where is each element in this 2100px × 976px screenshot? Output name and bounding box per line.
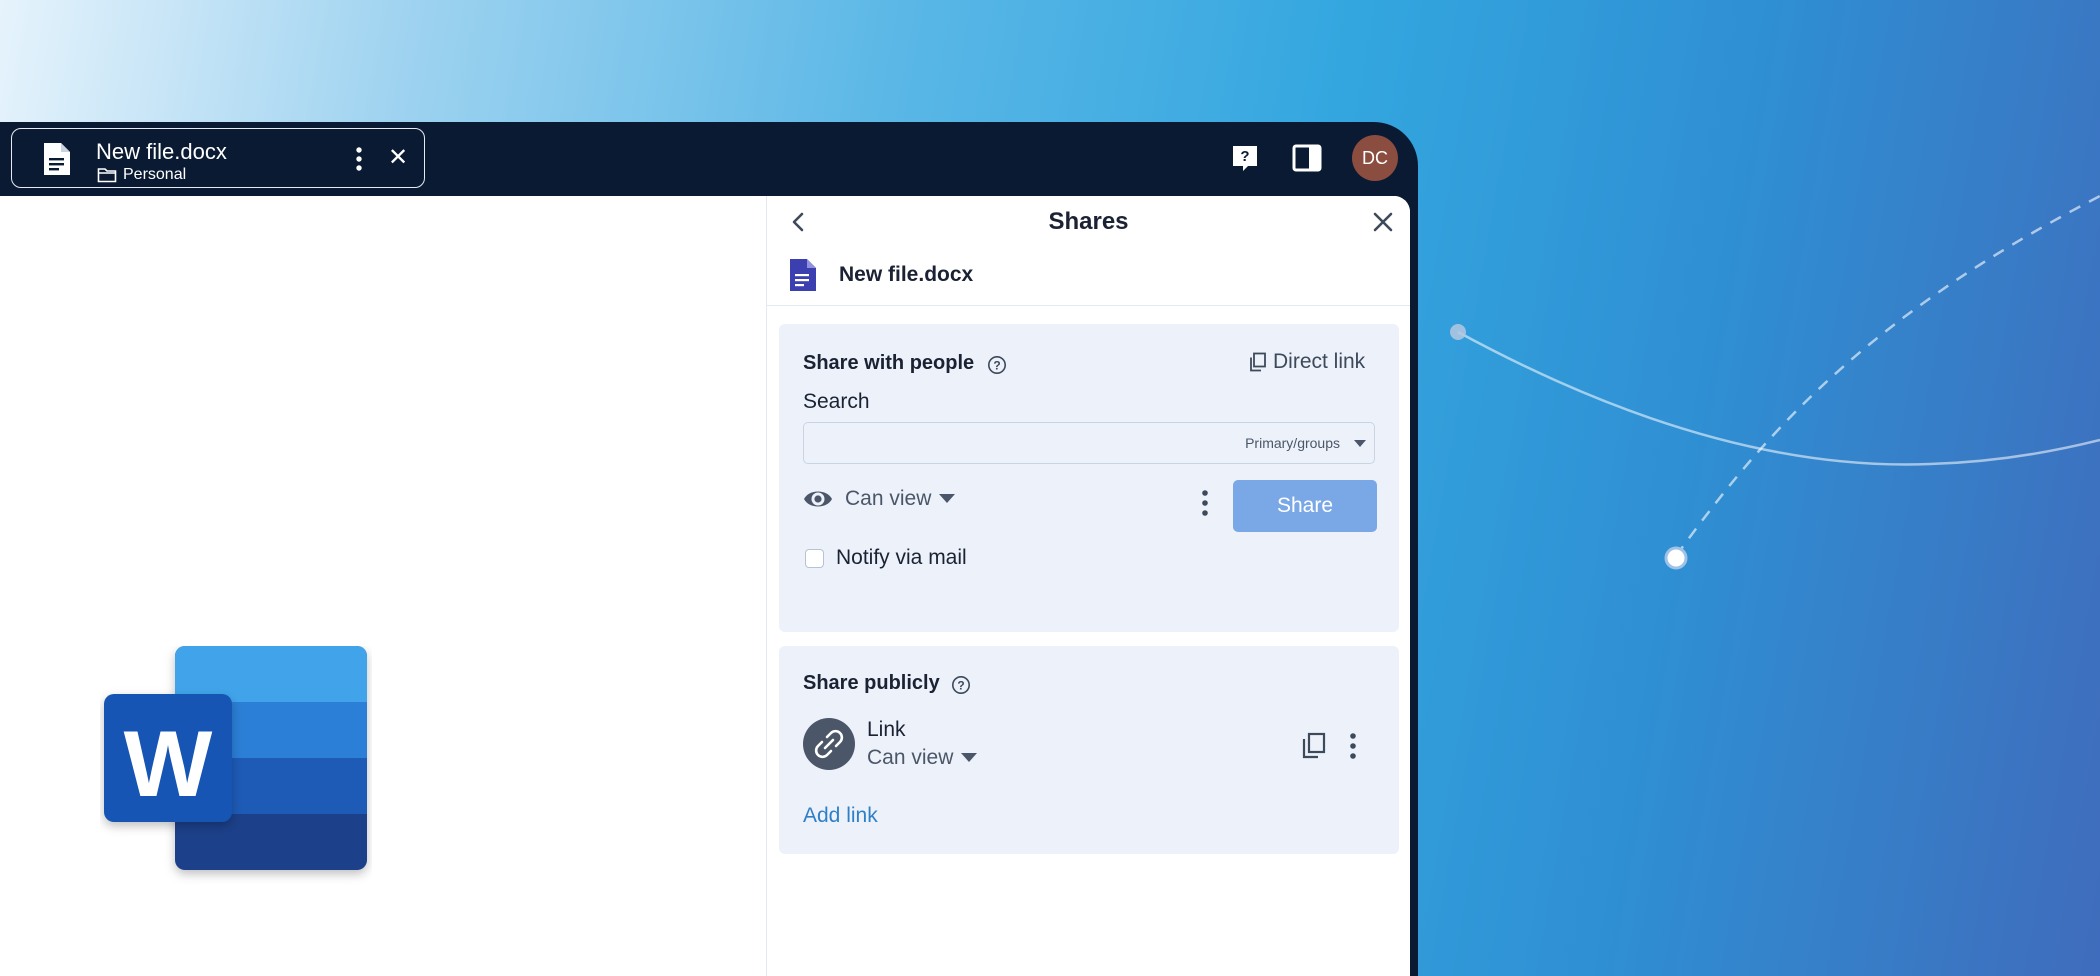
top-bar: New file.docx Personal ✕ ? DC <box>0 122 1418 196</box>
link-avatar <box>803 718 855 770</box>
share-publicly-card: Share publicly ? Link Can view Add link <box>779 646 1399 854</box>
notify-label: Notify via mail <box>836 546 967 569</box>
share-button[interactable]: Share <box>1233 480 1377 532</box>
search-label: Search <box>803 390 870 413</box>
link-icon <box>814 729 844 759</box>
help-icon[interactable]: ? <box>1230 143 1260 173</box>
permission-dropdown[interactable]: Can view <box>803 487 956 511</box>
kebab-icon[interactable] <box>353 145 365 173</box>
help-icon[interactable]: ? <box>987 355 1007 375</box>
link-permission-dropdown[interactable]: Can view <box>867 746 978 770</box>
share-with-people-card: Share with people ? Direct link Search P… <box>779 324 1399 632</box>
folder-icon <box>97 168 117 183</box>
copy-icon[interactable] <box>1301 732 1327 760</box>
share-publicly-title: Share publicly <box>803 672 940 694</box>
svg-text:W: W <box>124 711 213 816</box>
user-avatar[interactable]: DC <box>1352 135 1398 181</box>
notify-checkbox-row[interactable]: Notify via mail <box>803 546 967 570</box>
share-with-people-title: Share with people <box>803 352 975 374</box>
search-input[interactable]: Primary/groups <box>803 422 1375 464</box>
panel-title: Shares <box>1048 208 1129 235</box>
help-icon[interactable]: ? <box>951 675 971 695</box>
link-name: Link <box>867 718 906 741</box>
panel-header: Shares New file.docx <box>767 196 1410 306</box>
link-permission-value: Can view <box>867 746 954 769</box>
file-folder: Personal <box>123 166 187 183</box>
panel-file-name: New file.docx <box>839 263 974 286</box>
permission-value: Can view <box>845 487 932 510</box>
kebab-icon[interactable] <box>1199 488 1211 518</box>
kebab-icon[interactable] <box>1347 732 1359 760</box>
file-tab[interactable]: New file.docx Personal ✕ <box>11 128 425 188</box>
file-name: New file.docx <box>96 139 227 164</box>
sidebar-toggle-icon[interactable] <box>1292 144 1322 172</box>
eye-icon <box>804 491 832 507</box>
word-logo: W <box>104 646 367 870</box>
document-icon <box>790 259 816 291</box>
svg-text:?: ? <box>993 359 1000 373</box>
notify-checkbox[interactable] <box>805 548 824 568</box>
close-panel-icon[interactable] <box>1371 210 1395 234</box>
app-window: New file.docx Personal ✕ ? DC W Shares N… <box>0 122 1418 976</box>
close-icon[interactable]: ✕ <box>388 146 408 170</box>
add-link-button[interactable]: Add link <box>803 804 878 828</box>
caret-down-icon <box>939 494 956 503</box>
search-type-select[interactable]: Primary/groups <box>1245 435 1340 451</box>
direct-link-button[interactable]: Direct link <box>1249 350 1365 374</box>
caret-down-icon[interactable] <box>1354 440 1366 448</box>
svg-text:?: ? <box>957 679 964 693</box>
svg-text:?: ? <box>1240 148 1249 165</box>
direct-link-label: Direct link <box>1273 350 1366 373</box>
copy-icon <box>1250 352 1266 372</box>
document-icon <box>44 143 70 175</box>
shares-panel: Shares New file.docx Share with people ?… <box>766 196 1410 976</box>
caret-down-icon <box>961 753 978 762</box>
content-area: W Shares New file.docx Share with people… <box>0 196 1410 976</box>
